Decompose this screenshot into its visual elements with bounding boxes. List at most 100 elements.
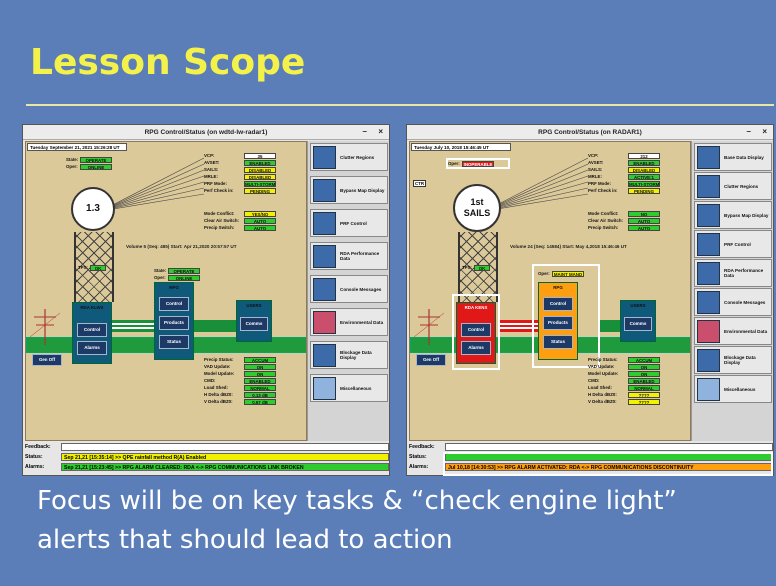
status-row-value: PENDING (244, 187, 276, 194)
tool-button-prf-control[interactable]: PRF Control (310, 209, 388, 237)
tool-button-console-messages[interactable]: Console Messages (310, 275, 388, 303)
rpg-oper-value: ONLINE (168, 274, 200, 281)
tool-button-label: Bypass Map Display (724, 212, 769, 218)
gen-off-button[interactable]: Gen Off (416, 354, 446, 366)
status-row-value: ACTIVE:1 (628, 173, 660, 180)
status-row: VCP: 212 (588, 152, 660, 159)
status-row-value: MULTI-STORM (244, 180, 276, 187)
rda-alarms-button[interactable]: Alarms (77, 341, 107, 355)
status-row-value: 35 (244, 152, 276, 159)
clutter-regions-icon (697, 175, 720, 198)
tool-button-environmental-data[interactable]: Environmental Data (310, 308, 388, 336)
tool-button-miscellaneous[interactable]: Miscellaneous (694, 375, 772, 403)
tool-button-bypass-map-display[interactable]: Bypass Map Display (694, 201, 772, 229)
precip-row-value: ON (628, 363, 660, 370)
tps-label: TPS: (78, 265, 89, 270)
status-row-value: DISABLED (244, 166, 276, 173)
rpg-state-value: OPERATE (168, 267, 200, 274)
radar-dome[interactable]: 1st SAILS (453, 184, 501, 232)
mode-row-label: Clear Air Switch: (588, 218, 623, 223)
close-button[interactable]: × (762, 125, 767, 139)
alarms-message[interactable]: Jul 10,18 [14:30:53] >> RPG ALARM ACTIVA… (445, 463, 773, 471)
minimize-button[interactable]: – (363, 125, 367, 139)
minimize-button[interactable]: – (747, 125, 751, 139)
precip-row: Model Update: ON (204, 370, 276, 377)
rda-label: RDA KLWX (80, 305, 104, 310)
status-row: SAILS: DISABLED (204, 166, 276, 173)
status-row: PRF Mode: MULTI-STORM (588, 180, 660, 187)
alarms-message[interactable]: Sep 21,21 [15:23:45] >> RPG ALARM CLEARE… (61, 463, 389, 471)
rpg-label: RPG (169, 285, 179, 290)
rpg-status-button[interactable]: Status (159, 335, 189, 349)
mode-row: Mode Conflict: NO (588, 210, 660, 217)
feedback-label: Feedback: (25, 444, 51, 450)
prf-control-icon (697, 233, 720, 256)
status-row-label: AVSET: (204, 160, 220, 165)
feedback-field (61, 443, 389, 451)
ctr-label[interactable]: CTR (413, 180, 427, 187)
tool-button-bypass-map-display[interactable]: Bypass Map Display (310, 176, 388, 204)
tool-button-console-messages[interactable]: Console Messages (694, 288, 772, 316)
window-titlebar[interactable]: RPG Control/Status (on RADAR1) – × (407, 125, 773, 140)
tool-button-label: Blockage Data Display (340, 350, 372, 360)
tool-button-base-data-display[interactable]: Base Data Display (694, 143, 772, 171)
precip-row-value: NORMAL (244, 384, 276, 391)
tool-button-environmental-data[interactable]: Environmental Data (694, 317, 772, 345)
tool-button-clutter-regions[interactable]: Clutter Regions (310, 143, 388, 171)
mode-row-label: Mode Conflict: (588, 211, 619, 216)
rpg-users-link (600, 320, 620, 332)
radar-dome[interactable]: 1.3 (71, 187, 115, 231)
tps-value: OK (474, 264, 490, 271)
status-row-label: Perf Check in: (204, 188, 234, 193)
rpg-products-button[interactable]: Products (159, 316, 189, 330)
mode-status-box: Mode Conflict: NO Clear Air Switch: AUTO Pre… (588, 210, 660, 231)
rpg-products-button[interactable]: Products (543, 316, 573, 330)
status-row-value: ENABLED (244, 159, 276, 166)
tool-button-rda-performance-data[interactable]: RDA Performance Data (310, 242, 388, 270)
gen-off-button[interactable]: Gen Off (32, 354, 62, 366)
tool-button-rda-performance-data[interactable]: RDA Performance Data (694, 259, 772, 287)
caption-line-1: Focus will be on key tasks & “check engi… (37, 486, 677, 516)
tool-button-blockage-data-display[interactable]: Blockage Data Display (694, 346, 772, 374)
rda-control-button[interactable]: Control (461, 323, 491, 337)
tool-button-blockage-data-display[interactable]: Blockage Data Display (310, 341, 388, 369)
tool-button-clutter-regions[interactable]: Clutter Regions (694, 172, 772, 200)
status-message[interactable] (445, 453, 773, 461)
console-messages-icon (697, 291, 720, 314)
rpg-control-button[interactable]: Control (543, 297, 573, 311)
date-time-display: Tuesday July 10, 2018 15:46:45 UT (411, 143, 511, 151)
title-divider (26, 104, 774, 106)
comms-button[interactable]: Comms (240, 317, 268, 331)
tool-button-label: Clutter Regions (724, 183, 759, 189)
rpg-unit: RPG Control Products Status (538, 282, 578, 360)
vcp-status-box: VCP: 212 AVSET: ENABLED SAILS: DISABLED MRLE: A… (588, 152, 660, 194)
tps-box: TPS: OK (462, 264, 490, 271)
rpg-status-button[interactable]: Status (543, 335, 573, 349)
close-button[interactable]: × (378, 125, 383, 139)
link-line (500, 323, 538, 325)
comms-button[interactable]: Comms (624, 317, 652, 331)
window-titlebar[interactable]: RPG Control/Status (on wdtd-lw-radar1) –… (23, 125, 389, 140)
rda-performance-data-icon (313, 245, 336, 268)
tool-button-label: Console Messages (340, 286, 382, 292)
tool-button-prf-control[interactable]: PRF Control (694, 230, 772, 258)
rda-alarms-button[interactable]: Alarms (461, 341, 491, 355)
precip-row-label: Load Shed: (588, 385, 612, 390)
precip-row-value: ON (244, 363, 276, 370)
precip-row-label: Model Update: (204, 371, 235, 376)
rpg-oper-box: Oper: MAINT MAND (538, 270, 584, 277)
tool-button-label: Miscellaneous (340, 385, 372, 391)
tool-button-miscellaneous[interactable]: Miscellaneous (310, 374, 388, 402)
base-data-display-icon (697, 146, 720, 169)
precip-row-label: Precip Status: (204, 357, 234, 362)
users-label: USERS (630, 303, 646, 308)
precip-row: H Delta dBZ0: 0.13 dB (204, 391, 276, 398)
rpg-label: RPG (553, 285, 563, 290)
rda-control-button[interactable]: Control (77, 323, 107, 337)
status-message[interactable]: Sep 21,21 [15:35:14] >> QPE rainfall met… (61, 453, 389, 461)
precip-row-value: ???? (628, 398, 660, 405)
rpg-control-button[interactable]: Control (159, 297, 189, 311)
power-pole-icon (414, 309, 444, 345)
tool-button-label: Blockage Data Display (724, 355, 756, 365)
status-row-label: AVSET: (588, 160, 604, 165)
